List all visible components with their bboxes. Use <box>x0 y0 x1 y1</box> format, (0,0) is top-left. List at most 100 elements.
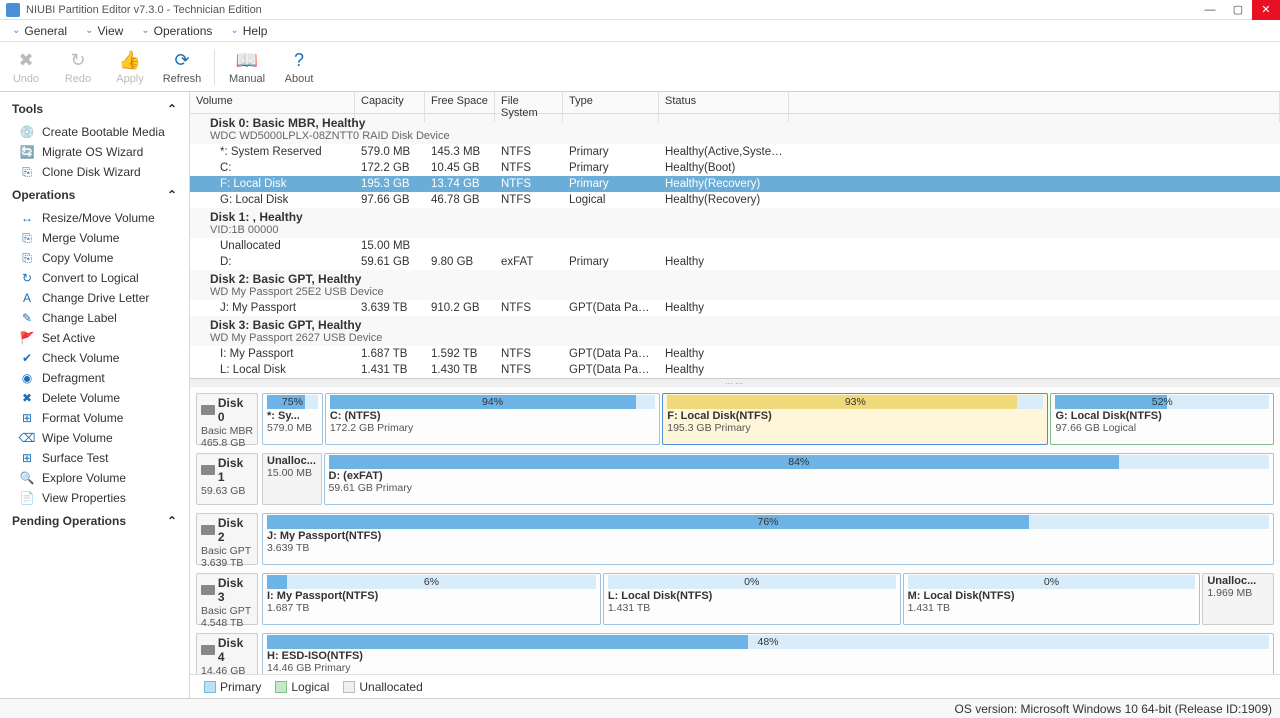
sidebar-op-item[interactable]: ✔Check Volume <box>0 348 189 368</box>
partition-block[interactable]: 52%G: Local Disk(NTFS)97.66 GB Logical <box>1050 393 1274 445</box>
sidebar-item-label: Clone Disk Wizard <box>42 165 141 179</box>
partition-block[interactable]: 93%F: Local Disk(NTFS)195.3 GB Primary <box>662 393 1048 445</box>
legend-logical-swatch <box>275 681 287 693</box>
maximize-button[interactable]: ▢ <box>1224 0 1252 20</box>
refresh-icon: ⟳ <box>170 49 194 73</box>
minimize-button[interactable]: — <box>1196 0 1224 20</box>
op-icon: ⊞ <box>20 451 34 465</box>
disk-info[interactable]: Disk 414.46 GB <box>196 633 258 674</box>
about-button[interactable]: ?About <box>279 49 319 85</box>
refresh-button[interactable]: ⟳Refresh <box>162 49 202 85</box>
partition-block[interactable]: 0%M: Local Disk(NTFS)1.431 TB <box>903 573 1201 625</box>
disk-header-row[interactable]: Disk 3: Basic GPT, HealthyWD My Passport… <box>190 316 1280 346</box>
redo-icon: ↻ <box>66 49 90 73</box>
apply-button[interactable]: 👍Apply <box>110 49 150 85</box>
op-icon: ✔ <box>20 351 34 365</box>
sidebar-op-item[interactable]: ✖Delete Volume <box>0 388 189 408</box>
manual-button[interactable]: 📖Manual <box>227 49 267 85</box>
disk-graph-row: Disk 159.63 GBUnalloc...15.00 MB84%D: (e… <box>196 453 1274 505</box>
partition-block[interactable]: Unalloc...15.00 MB <box>262 453 322 505</box>
sidebar-tool-item[interactable]: 💿Create Bootable Media <box>0 122 189 142</box>
volume-row[interactable]: J: My Passport3.639 TB910.2 GBNTFSGPT(Da… <box>190 300 1280 316</box>
col-fs[interactable]: File System <box>495 92 563 122</box>
col-capacity[interactable]: Capacity <box>355 92 425 122</box>
menu-general[interactable]: ⌄General <box>4 22 75 40</box>
sidebar-item-label: Resize/Move Volume <box>42 211 155 225</box>
volume-table: Volume Capacity Free Space File System T… <box>190 92 1280 379</box>
menu-help[interactable]: ⌄Help <box>222 22 275 40</box>
sidebar-item-label: Wipe Volume <box>42 431 113 445</box>
close-button[interactable]: ✕ <box>1252 0 1280 20</box>
volume-row[interactable]: F: Local Disk195.3 GB13.74 GBNTFSPrimary… <box>190 176 1280 192</box>
partition-block[interactable]: 0%L: Local Disk(NTFS)1.431 TB <box>603 573 901 625</box>
splitter[interactable]: ⋯⋯ <box>190 379 1280 387</box>
toolbar-separator <box>214 49 215 85</box>
undo-icon: ✖ <box>14 49 38 73</box>
volume-row[interactable]: C:172.2 GB10.45 GBNTFSPrimaryHealthy(Boo… <box>190 160 1280 176</box>
sidebar-op-item[interactable]: ⊞Surface Test <box>0 448 189 468</box>
sidebar-item-label: Change Label <box>42 311 117 325</box>
sidebar-tool-item[interactable]: 🔄Migrate OS Wizard <box>0 142 189 162</box>
sidebar-tools-header[interactable]: Tools⌃ <box>0 96 189 122</box>
op-icon: 🔍 <box>20 471 34 485</box>
menu-view[interactable]: ⌄View <box>77 22 131 40</box>
apply-icon: 👍 <box>118 49 142 73</box>
status-text: OS version: Microsoft Windows 10 64-bit … <box>955 702 1272 716</box>
disk-header-row[interactable]: Disk 2: Basic GPT, HealthyWD My Passport… <box>190 270 1280 300</box>
sidebar-tool-item[interactable]: ⎘Clone Disk Wizard <box>0 162 189 182</box>
disk-icon <box>201 405 215 415</box>
sidebar-op-item[interactable]: 🔍Explore Volume <box>0 468 189 488</box>
sidebar-item-label: Format Volume <box>42 411 123 425</box>
disk-graph-panel: Disk 0Basic MBR465.8 GB75%*: Sy...579.0 … <box>190 387 1280 674</box>
partition-block[interactable]: 75%*: Sy...579.0 MB <box>262 393 323 445</box>
volume-row[interactable]: *: System Reserved579.0 MB145.3 MBNTFSPr… <box>190 144 1280 160</box>
sidebar-op-item[interactable]: ↔ Resize/Move Volume <box>0 208 189 228</box>
partition-block[interactable]: 94%C: (NTFS)172.2 GB Primary <box>325 393 660 445</box>
sidebar-op-item[interactable]: ⊞ Format Volume <box>0 408 189 428</box>
disk-info[interactable]: Disk 3Basic GPT4.548 TB <box>196 573 258 625</box>
redo-button[interactable]: ↻Redo <box>58 49 98 85</box>
disk-header-row[interactable]: Disk 1: , HealthyVID:1B 00000 <box>190 208 1280 238</box>
volume-row[interactable]: D:59.61 GB9.80 GBexFATPrimaryHealthy <box>190 254 1280 270</box>
op-icon: ◉ <box>20 371 34 385</box>
sidebar-pending-header[interactable]: Pending Operations⌃ <box>0 508 189 534</box>
sidebar: Tools⌃ 💿Create Bootable Media🔄Migrate OS… <box>0 92 190 698</box>
partition-block[interactable]: 84%D: (exFAT)59.61 GB Primary <box>324 453 1275 505</box>
legend-primary-swatch <box>204 681 216 693</box>
legend: Primary Logical Unallocated <box>190 674 1280 698</box>
disk-info[interactable]: Disk 159.63 GB <box>196 453 258 505</box>
sidebar-op-item[interactable]: 📄View Properties <box>0 488 189 508</box>
sidebar-op-item[interactable]: 🚩Set Active <box>0 328 189 348</box>
op-icon: ⊞ <box>20 411 34 425</box>
partition-block[interactable]: Unalloc...1.969 MB <box>1202 573 1274 625</box>
disk-info[interactable]: Disk 2Basic GPT3.639 TB <box>196 513 258 565</box>
sidebar-operations-header[interactable]: Operations⌃ <box>0 182 189 208</box>
chevron-down-icon: ⌄ <box>141 25 149 36</box>
sidebar-op-item[interactable]: ✎Change Label <box>0 308 189 328</box>
volume-row[interactable]: I: My Passport1.687 TB1.592 TBNTFSGPT(Da… <box>190 346 1280 362</box>
statusbar: OS version: Microsoft Windows 10 64-bit … <box>0 698 1280 718</box>
col-status[interactable]: Status <box>659 92 789 122</box>
tool-icon: 💿 <box>20 125 34 139</box>
menu-operations[interactable]: ⌄Operations <box>133 22 220 40</box>
sidebar-op-item[interactable]: ⎘Merge Volume <box>0 228 189 248</box>
partition-block[interactable]: 6%I: My Passport(NTFS)1.687 TB <box>262 573 601 625</box>
disk-info[interactable]: Disk 0Basic MBR465.8 GB <box>196 393 258 445</box>
sidebar-op-item[interactable]: ◉Defragment <box>0 368 189 388</box>
sidebar-op-item[interactable]: ⌫Wipe Volume <box>0 428 189 448</box>
volume-row[interactable]: Unallocated15.00 MB <box>190 238 1280 254</box>
volume-row[interactable]: L: Local Disk1.431 TB1.430 TBNTFSGPT(Dat… <box>190 362 1280 378</box>
sidebar-op-item[interactable]: ⎘Copy Volume <box>0 248 189 268</box>
partition-block[interactable]: 48%H: ESD-ISO(NTFS)14.46 GB Primary <box>262 633 1274 674</box>
col-free[interactable]: Free Space <box>425 92 495 122</box>
titlebar: NIUBI Partition Editor v7.3.0 - Technici… <box>0 0 1280 20</box>
undo-button[interactable]: ✖Undo <box>6 49 46 85</box>
sidebar-op-item[interactable]: AChange Drive Letter <box>0 288 189 308</box>
op-icon: ↔ <box>20 211 34 225</box>
partition-block[interactable]: 76%J: My Passport(NTFS)3.639 TB <box>262 513 1274 565</box>
chevron-down-icon: ⌄ <box>85 25 93 36</box>
col-type[interactable]: Type <box>563 92 659 122</box>
sidebar-op-item[interactable]: ↻Convert to Logical <box>0 268 189 288</box>
op-icon: 🚩 <box>20 331 34 345</box>
volume-row[interactable]: G: Local Disk97.66 GB46.78 GBNTFSLogical… <box>190 192 1280 208</box>
